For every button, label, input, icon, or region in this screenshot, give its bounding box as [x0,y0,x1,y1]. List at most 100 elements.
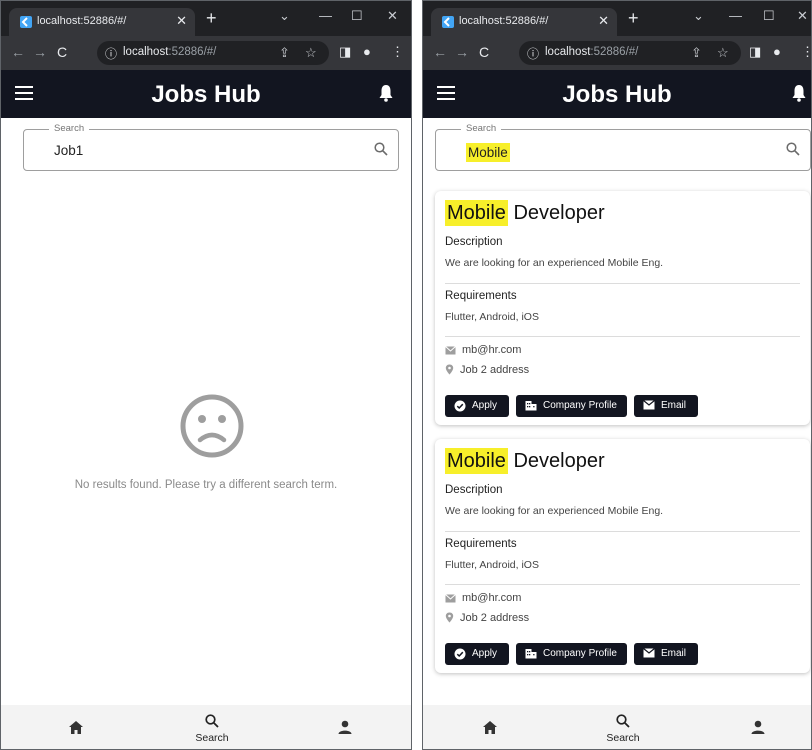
company-profile-button[interactable]: Company Profile [516,643,627,665]
tab-search-icon[interactable]: ⌄ [279,8,290,24]
company-profile-label: Company Profile [543,648,617,659]
divider [445,584,800,585]
business-icon [525,649,537,659]
tab-search-icon[interactable]: ⌄ [693,8,704,24]
email-button[interactable]: Email [634,643,698,665]
description-label: Description [445,236,503,248]
minimize-icon[interactable]: — [319,8,332,23]
url-host: localhost [123,46,169,58]
search-field[interactable]: Search Job1 [23,123,399,171]
site-info-icon[interactable]: ⓘ [105,45,117,62]
reload-icon[interactable]: C [57,44,67,60]
profile-icon[interactable]: ● [773,44,781,59]
browser-tab[interactable]: localhost:52886/#/ ✕ [9,8,195,36]
share-icon[interactable]: ⇪ [691,45,702,61]
search-icon [205,714,219,728]
browser-toolbar: ← → C ⓘ localhost:52886/#/ ⇪ ☆ ◨ ● ⋮ [1,36,411,70]
company-profile-label: Company Profile [543,400,617,411]
email-text: mb@hr.com [462,344,522,356]
forward-icon[interactable]: → [33,44,47,60]
notification-bell-icon[interactable] [379,84,393,102]
reload-icon[interactable]: C [479,44,489,60]
maximize-icon[interactable]: ☐ [351,8,363,24]
search-icon[interactable] [786,142,800,156]
nav-search[interactable]: Search [598,705,648,749]
nav-search[interactable]: Search [187,705,237,749]
search-icon[interactable] [374,142,388,156]
nav-home[interactable] [61,705,91,749]
contact-address: Job 2 address [445,612,529,624]
nav-profile[interactable] [743,705,773,749]
maximize-icon[interactable]: ☐ [763,8,775,24]
side-panel-icon[interactable]: ◨ [749,44,761,60]
app-bar: Jobs Hub [423,70,811,118]
person-icon [338,720,352,734]
location-pin-icon [445,612,454,623]
share-icon[interactable]: ⇪ [279,45,290,61]
bookmark-star-icon[interactable]: ☆ [305,45,317,61]
search-label: Search [49,123,90,134]
address-text: Job 2 address [460,364,530,376]
business-icon [525,401,537,411]
company-profile-button[interactable]: Company Profile [516,395,627,417]
search-field[interactable]: Search Mobile [435,123,811,171]
tab-close-icon[interactable]: ✕ [176,13,187,29]
home-icon [483,721,497,734]
browser-window-right: localhost:52886/#/ ✕ + ⌄ — ☐ ✕ ← → C ⓘ l… [422,0,812,750]
browser-tab[interactable]: localhost:52886/#/ ✕ [431,8,617,36]
divider [445,531,800,532]
nav-home[interactable] [475,705,505,749]
email-icon [643,648,655,658]
tab-strip: localhost:52886/#/ ✕ + ⌄ — ☐ ✕ [1,1,411,36]
search-input[interactable]: Job1 [54,143,83,158]
description-text: We are looking for an experienced Mobile… [445,257,664,269]
profile-icon[interactable]: ● [363,44,371,59]
menu-kebab-icon[interactable]: ⋮ [391,44,404,60]
requirements-text: Flutter, Android, iOS [445,311,539,323]
email-icon [445,346,456,355]
address-bar[interactable]: ⓘ localhost:52886/#/ ⇪ ☆ [519,41,741,65]
email-text: mb@hr.com [462,592,522,604]
back-icon[interactable]: ← [433,44,447,60]
close-window-icon[interactable]: ✕ [797,8,808,24]
requirements-text: Flutter, Android, iOS [445,559,539,571]
check-circle-icon [454,400,466,412]
email-button-label: Email [661,648,687,659]
tab-close-icon[interactable]: ✕ [598,13,609,29]
nav-profile[interactable] [330,705,360,749]
close-window-icon[interactable]: ✕ [387,8,398,24]
empty-state-message: No results found. Please try a different… [74,479,338,491]
nav-search-label: Search [195,732,229,744]
contact-email: mb@hr.com [445,344,521,356]
bookmark-star-icon[interactable]: ☆ [717,45,729,61]
apply-button[interactable]: Apply [445,395,509,417]
notification-bell-icon[interactable] [792,84,806,102]
new-tab-icon[interactable]: + [206,9,217,27]
address-bar[interactable]: ⓘ localhost:52886/#/ ⇪ ☆ [97,41,329,65]
apply-label: Apply [472,400,498,411]
search-input[interactable]: Mobile [466,143,510,162]
contact-email: mb@hr.com [445,592,521,604]
url-host: localhost [545,46,591,58]
apply-label: Apply [472,648,498,659]
person-icon [751,720,765,734]
url-path: :52886/#/ [168,46,217,58]
apply-button[interactable]: Apply [445,643,509,665]
forward-icon[interactable]: → [455,44,469,60]
menu-kebab-icon[interactable]: ⋮ [801,44,811,60]
description-label: Description [445,484,503,496]
tab-title: localhost:52886/#/ [37,15,127,27]
site-info-icon[interactable]: ⓘ [527,45,539,62]
job-card[interactable]: Mobile Developer Description We are look… [435,439,810,673]
email-button[interactable]: Email [634,395,698,417]
app-title: Jobs Hub [151,81,261,108]
job-title-rest: Developer [507,450,605,472]
back-icon[interactable]: ← [11,44,25,60]
minimize-icon[interactable]: — [729,8,742,23]
side-panel-icon[interactable]: ◨ [339,44,351,60]
app-bar: Jobs Hub [1,70,411,118]
job-card[interactable]: Mobile Developer Description We are look… [435,191,810,425]
new-tab-icon[interactable]: + [628,9,639,27]
tab-strip: localhost:52886/#/ ✕ + ⌄ — ☐ ✕ [423,1,811,36]
requirements-label: Requirements [445,538,517,550]
